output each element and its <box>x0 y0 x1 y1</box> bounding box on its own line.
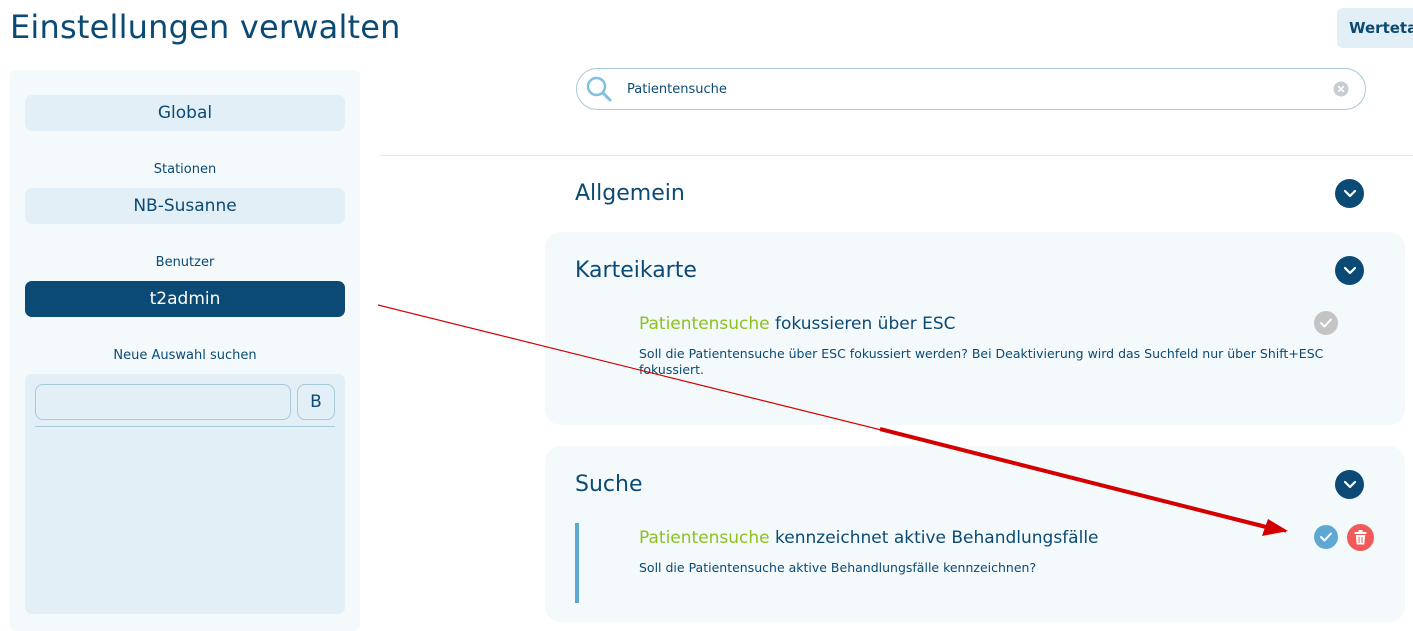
trash-icon[interactable] <box>1347 524 1374 551</box>
sidebar: Global Stationen NB-Susanne Benutzer t2a… <box>10 70 360 631</box>
selection-search-input[interactable] <box>35 384 291 420</box>
settings-search-bar[interactable]: Patientensuche <box>576 68 1366 110</box>
setting-title-highlight: Patientensuche <box>639 314 770 334</box>
setting-title: Patientensuche kennzeichnet aktive Behan… <box>639 528 1099 548</box>
divider <box>35 426 335 427</box>
global-button[interactable]: Global <box>25 95 345 131</box>
chevron-down-icon[interactable] <box>1335 256 1364 285</box>
setting-title-highlight: Patientensuche <box>639 528 770 548</box>
changed-indicator-bar <box>575 523 579 603</box>
selection-search-button[interactable]: B <box>297 384 335 420</box>
setting-description: Soll die Patientensuche über ESC fokussi… <box>639 346 1324 377</box>
check-icon[interactable] <box>1314 311 1338 335</box>
setting-title-rest: fokussieren über ESC <box>769 314 956 334</box>
user-button[interactable]: t2admin <box>25 281 345 317</box>
station-button[interactable]: NB-Susanne <box>25 188 345 224</box>
stationen-label: Stationen <box>153 162 217 177</box>
search-input-value[interactable]: Patientensuche <box>627 82 727 97</box>
chevron-down-icon[interactable] <box>1335 470 1364 499</box>
page-title: Einstellungen verwalten <box>10 8 401 46</box>
header-divider <box>380 155 1413 156</box>
benutzer-label: Benutzer <box>155 255 215 270</box>
neue-auswahl-label: Neue Auswahl suchen <box>113 348 257 363</box>
setting-description: Soll die Patientensuche aktive Behandlun… <box>639 560 1037 575</box>
search-icon <box>585 75 613 107</box>
section-title-karteikarte[interactable]: Karteikarte <box>575 258 697 283</box>
clear-icon[interactable] <box>1333 81 1349 101</box>
setting-title: Patientensuche fokussieren über ESC <box>639 314 956 334</box>
section-title-suche[interactable]: Suche <box>575 472 642 497</box>
setting-title-rest: kennzeichnet aktive Behandlungsfälle <box>769 528 1099 548</box>
section-title-allgemein[interactable]: Allgemein <box>575 181 685 206</box>
chevron-down-icon[interactable] <box>1335 179 1364 208</box>
selection-search-panel: B <box>25 374 345 614</box>
check-icon[interactable] <box>1314 525 1338 549</box>
wertetabelle-button[interactable]: Wertetal <box>1337 8 1413 48</box>
